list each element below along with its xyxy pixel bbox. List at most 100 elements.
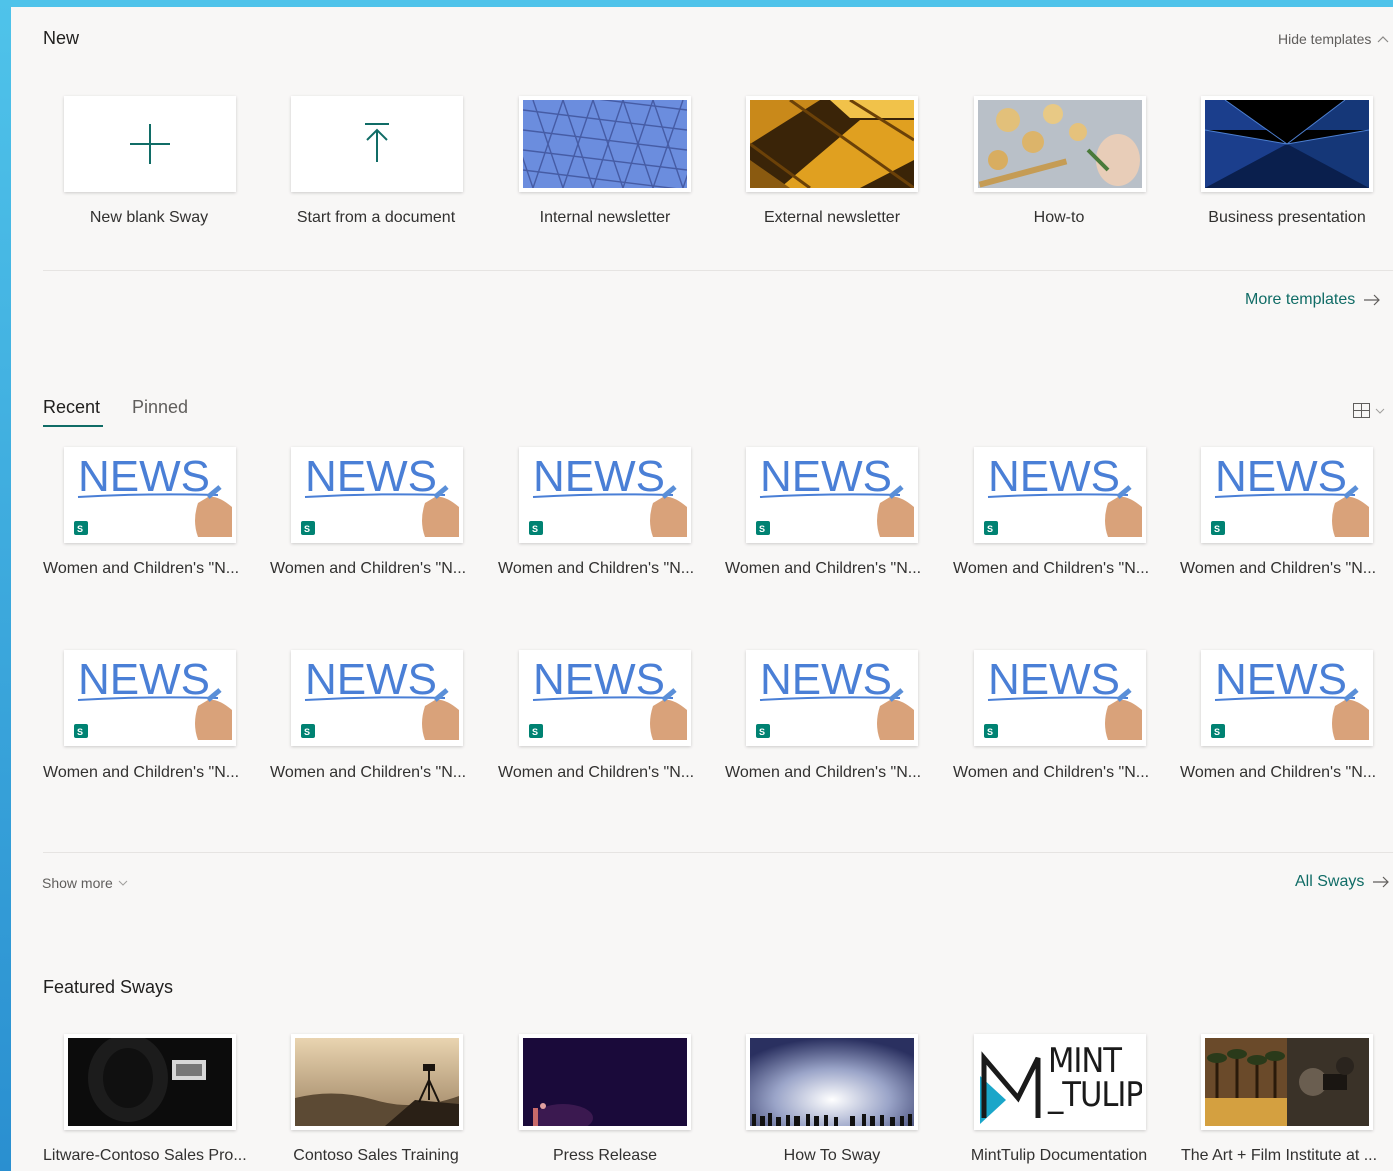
upload-icon — [365, 123, 389, 162]
news-thumbnail: NEWS S — [1205, 654, 1369, 742]
news-thumbnail: NEWS S — [295, 451, 459, 539]
recent-sway-label: Women and Children's "N... — [953, 764, 1150, 781]
show-more-label: Show more — [42, 875, 113, 891]
svg-text:S: S — [532, 524, 538, 534]
recent-sway-card[interactable]: NEWS S — [64, 650, 236, 746]
featured-card[interactable] — [746, 1034, 918, 1130]
featured-card[interactable]: MINT _TULIP — [974, 1034, 1146, 1130]
template-card-internal-newsletter[interactable] — [519, 96, 691, 192]
recent-sway-card[interactable]: NEWS S — [1201, 447, 1373, 543]
glass-building-thumbnail — [523, 100, 687, 188]
minttulip-logo-thumbnail: MINT _TULIP — [978, 1038, 1142, 1126]
news-thumbnail: NEWS S — [68, 451, 232, 539]
news-thumbnail: NEWS S — [1205, 451, 1369, 539]
recent-sway-card[interactable]: NEWS S — [291, 447, 463, 543]
arrow-right-icon — [1364, 294, 1381, 306]
recent-sway-card[interactable]: NEWS S — [64, 447, 236, 543]
svg-text:S: S — [532, 727, 538, 737]
featured-label: MintTulip Documentation — [970, 1147, 1148, 1164]
more-templates-label: More templates — [1245, 291, 1356, 308]
recent-sway-card[interactable]: NEWS S — [291, 650, 463, 746]
tab-pinned[interactable]: Pinned — [132, 397, 188, 418]
recent-sway-label: Women and Children's "N... — [498, 764, 695, 781]
svg-text:S: S — [759, 727, 765, 737]
news-thumbnail: NEWS S — [523, 654, 687, 742]
recent-sway-label: Women and Children's "N... — [43, 560, 240, 577]
skyscrapers-thumbnail — [1205, 100, 1369, 188]
arrow-right-icon — [1373, 876, 1390, 888]
svg-text:S: S — [987, 524, 993, 534]
hide-templates-label: Hide templates — [1278, 31, 1372, 47]
hide-templates-button[interactable]: Hide templates — [1278, 31, 1389, 47]
news-thumbnail: NEWS S — [523, 451, 687, 539]
recent-sway-card[interactable]: NEWS S — [519, 650, 691, 746]
recent-sway-card[interactable]: NEWS S — [974, 447, 1146, 543]
news-thumbnail: NEWS S — [750, 451, 914, 539]
sway-home-panel: New Hide templates New blank Sway Start … — [11, 7, 1393, 1171]
recent-sway-label: Women and Children's "N... — [1180, 560, 1377, 577]
recent-sway-card[interactable]: NEWS S — [746, 650, 918, 746]
news-thumbnail: NEWS S — [295, 654, 459, 742]
template-card-start-from-document[interactable] — [291, 96, 463, 192]
svg-text:S: S — [1214, 727, 1220, 737]
chevron-down-icon — [118, 880, 128, 886]
news-thumbnail: NEWS S — [750, 654, 914, 742]
tab-recent[interactable]: Recent — [43, 397, 100, 418]
template-label: Internal newsletter — [539, 209, 671, 226]
template-label: Start from a document — [296, 209, 456, 226]
template-label: How-to — [1033, 209, 1085, 226]
template-card-business-presentation[interactable] — [1201, 96, 1373, 192]
recent-sway-label: Women and Children's "N... — [270, 560, 467, 577]
all-sways-label: All Sways — [1295, 873, 1365, 890]
recent-sway-label: Women and Children's "N... — [43, 764, 240, 781]
logo-line-2: _TULIP — [1048, 1075, 1142, 1115]
palm-film-thumbnail — [1205, 1038, 1369, 1126]
recent-sway-card[interactable]: NEWS S — [746, 447, 918, 543]
section-divider — [43, 270, 1393, 271]
featured-label: Litware-Contoso Sales Pro... — [43, 1147, 247, 1164]
night-purple-thumbnail — [523, 1038, 687, 1126]
svg-text:S: S — [1214, 524, 1220, 534]
recent-sway-card[interactable]: NEWS S — [1201, 650, 1373, 746]
chevron-up-icon — [1377, 36, 1389, 43]
show-more-button[interactable]: Show more — [42, 875, 128, 891]
template-card-external-newsletter[interactable] — [746, 96, 918, 192]
recent-sway-label: Women and Children's "N... — [953, 560, 1150, 577]
view-toggle-button[interactable] — [1353, 403, 1385, 418]
template-card-how-to[interactable] — [974, 96, 1146, 192]
chevron-down-icon — [1375, 408, 1385, 414]
recent-sway-card[interactable]: NEWS S — [519, 447, 691, 543]
featured-section-title: Featured Sways — [43, 977, 174, 997]
template-label: Business presentation — [1208, 209, 1366, 226]
svg-text:S: S — [304, 727, 310, 737]
svg-text:S: S — [77, 727, 83, 737]
featured-card[interactable] — [1201, 1034, 1373, 1130]
news-thumbnail: NEWS S — [978, 451, 1142, 539]
section-divider — [43, 852, 1393, 853]
plus-icon — [130, 124, 170, 164]
template-label: New blank Sway — [89, 209, 209, 226]
featured-card[interactable] — [64, 1034, 236, 1130]
svg-text:S: S — [77, 524, 83, 534]
tab-recent-underline — [43, 425, 103, 427]
recent-sway-label: Women and Children's "N... — [725, 764, 922, 781]
logo-line-1: MINT — [1048, 1041, 1122, 1081]
more-templates-link[interactable]: More templates — [1245, 291, 1381, 309]
recent-sway-card[interactable]: NEWS S — [974, 650, 1146, 746]
gold-facade-thumbnail — [750, 100, 914, 188]
recent-sway-label: Women and Children's "N... — [270, 764, 467, 781]
all-sways-link[interactable]: All Sways — [1295, 873, 1390, 891]
pasta-cooking-thumbnail — [978, 100, 1142, 188]
template-card-new-blank[interactable] — [64, 96, 236, 192]
recent-sway-label: Women and Children's "N... — [498, 560, 695, 577]
new-section-title: New — [43, 28, 80, 48]
dark-tunnel-thumbnail — [68, 1038, 232, 1126]
svg-text:S: S — [759, 524, 765, 534]
featured-label: The Art + Film Institute at ... — [1181, 1147, 1378, 1164]
sunset-tripod-thumbnail — [295, 1038, 459, 1126]
featured-label: How To Sway — [783, 1147, 881, 1164]
grid-view-icon — [1353, 403, 1370, 418]
featured-card[interactable] — [519, 1034, 691, 1130]
recent-sway-label: Women and Children's "N... — [1180, 764, 1377, 781]
featured-card[interactable] — [291, 1034, 463, 1130]
